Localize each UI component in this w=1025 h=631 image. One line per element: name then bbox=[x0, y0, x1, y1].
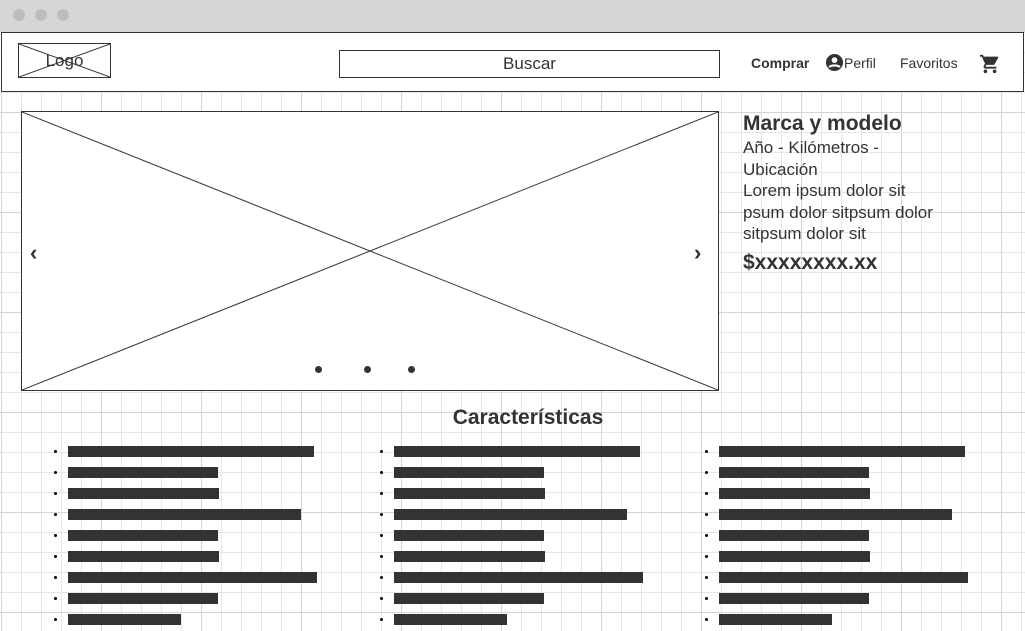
text-placeholder-bar bbox=[68, 446, 314, 457]
cart-icon[interactable] bbox=[979, 53, 1001, 75]
product-subtitle: Año - Kilómetros - Ubicación bbox=[743, 138, 880, 179]
text-placeholder-bar bbox=[719, 572, 968, 583]
text-placeholder-bar bbox=[68, 488, 219, 499]
image-placeholder-icon bbox=[22, 112, 718, 390]
text-placeholder-bar bbox=[68, 614, 181, 625]
bullet-icon bbox=[380, 576, 383, 579]
bullet-icon bbox=[380, 555, 383, 558]
bullet-icon bbox=[54, 534, 57, 537]
carousel-dot[interactable] bbox=[408, 366, 415, 373]
logo[interactable]: Logo bbox=[18, 43, 111, 78]
features-title: Características bbox=[452, 406, 604, 429]
nav-perfil[interactable]: Perfil bbox=[825, 53, 876, 72]
text-placeholder-bar bbox=[719, 446, 965, 457]
bullet-icon bbox=[380, 471, 383, 474]
text-placeholder-bar bbox=[68, 509, 301, 520]
site-header: Logo Buscar Comprar Perfil Favoritos bbox=[1, 32, 1024, 92]
text-placeholder-bar bbox=[719, 488, 870, 499]
carousel-next-button[interactable]: › bbox=[694, 240, 701, 266]
bullet-icon bbox=[54, 513, 57, 516]
user-circle-icon bbox=[825, 53, 844, 72]
text-placeholder-bar bbox=[68, 593, 218, 604]
text-placeholder-bar bbox=[719, 614, 832, 625]
text-placeholder-bar bbox=[394, 593, 544, 604]
carousel-dot[interactable] bbox=[364, 366, 371, 373]
product-title: Marca y modelo bbox=[743, 112, 902, 135]
bullet-icon bbox=[54, 597, 57, 600]
bullet-icon bbox=[380, 492, 383, 495]
bullet-icon bbox=[705, 618, 708, 621]
bullet-icon bbox=[705, 492, 708, 495]
bullet-icon bbox=[705, 471, 708, 474]
bullet-icon bbox=[54, 450, 57, 453]
bullet-icon bbox=[380, 450, 383, 453]
bullet-icon bbox=[380, 513, 383, 516]
logo-text: Logo bbox=[45, 51, 84, 70]
window-close-button[interactable] bbox=[13, 9, 25, 21]
text-placeholder-bar bbox=[719, 551, 870, 562]
search-input[interactable]: Buscar bbox=[339, 50, 720, 78]
text-placeholder-bar bbox=[68, 530, 218, 541]
text-placeholder-bar bbox=[719, 593, 869, 604]
text-placeholder-bar bbox=[394, 614, 507, 625]
image-carousel[interactable]: ‹ › bbox=[21, 111, 719, 391]
bullet-icon bbox=[705, 450, 708, 453]
window-titlebar bbox=[0, 0, 1025, 32]
bullet-icon bbox=[705, 576, 708, 579]
nav-comprar[interactable]: Comprar bbox=[751, 55, 809, 71]
bullet-icon bbox=[705, 534, 708, 537]
window-minimize-button[interactable] bbox=[35, 9, 47, 21]
bullet-icon bbox=[705, 597, 708, 600]
carousel-dot[interactable] bbox=[315, 366, 322, 373]
text-placeholder-bar bbox=[394, 551, 545, 562]
nav-favoritos[interactable]: Favoritos bbox=[900, 55, 958, 71]
bullet-icon bbox=[705, 513, 708, 516]
text-placeholder-bar bbox=[394, 446, 640, 457]
text-placeholder-bar bbox=[68, 467, 218, 478]
bullet-icon bbox=[380, 534, 383, 537]
text-placeholder-bar bbox=[394, 530, 544, 541]
bullet-icon bbox=[380, 597, 383, 600]
text-placeholder-bar bbox=[394, 467, 544, 478]
product-price: $xxxxxxxx.xx bbox=[743, 250, 878, 274]
text-placeholder-bar bbox=[68, 572, 317, 583]
bullet-icon bbox=[705, 555, 708, 558]
text-placeholder-bar bbox=[719, 467, 869, 478]
text-placeholder-bar bbox=[68, 551, 219, 562]
bullet-icon bbox=[380, 618, 383, 621]
bullet-icon bbox=[54, 555, 57, 558]
product-description: Lorem ipsum dolor sit psum dolor sitpsum… bbox=[743, 181, 933, 243]
carousel-prev-button[interactable]: ‹ bbox=[30, 240, 37, 266]
bullet-icon bbox=[54, 492, 57, 495]
bullet-icon bbox=[54, 618, 57, 621]
text-placeholder-bar bbox=[394, 488, 545, 499]
text-placeholder-bar bbox=[719, 509, 952, 520]
text-placeholder-bar bbox=[719, 530, 869, 541]
text-placeholder-bar bbox=[394, 509, 627, 520]
nav-perfil-label: Perfil bbox=[844, 55, 876, 71]
bullet-icon bbox=[54, 471, 57, 474]
text-placeholder-bar bbox=[394, 572, 643, 583]
window-maximize-button[interactable] bbox=[57, 9, 69, 21]
product-info: Marca y modelo Año - Kilómetros - Ubicac… bbox=[743, 111, 943, 275]
bullet-icon bbox=[54, 576, 57, 579]
